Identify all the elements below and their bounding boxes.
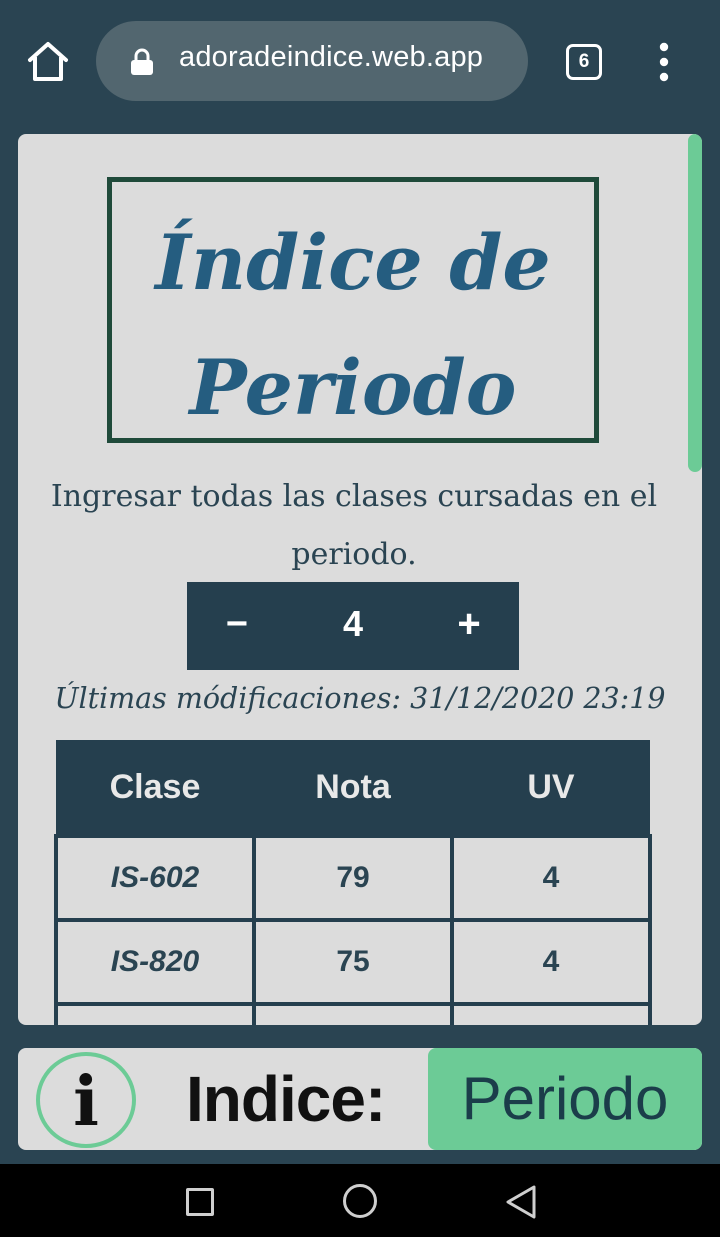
content-card: Índice de Periodo Ingresar todas las cla… xyxy=(18,134,702,1025)
home-icon[interactable] xyxy=(24,38,72,86)
column-header-clase: Clase xyxy=(56,740,254,836)
recents-icon[interactable] xyxy=(186,1188,214,1216)
address-bar[interactable]: adoradeindice.web.app xyxy=(96,21,528,101)
title-box: Índice de Periodo xyxy=(107,177,599,443)
page-title: Índice de Periodo xyxy=(155,218,551,432)
table-row: IS-820 75 4 xyxy=(54,918,652,1006)
table-row: IS-602 79 4 xyxy=(54,834,652,922)
info-button[interactable]: i xyxy=(36,1052,136,1148)
scrollbar-thumb[interactable] xyxy=(688,134,702,472)
indice-label: Indice: xyxy=(186,1063,386,1135)
lock-icon xyxy=(130,48,154,76)
clase-cell[interactable]: IS-602 xyxy=(54,834,256,922)
class-count-value: 4 xyxy=(342,603,364,644)
clase-cell[interactable]: IS-820 xyxy=(54,918,256,1006)
last-modified-text: Últimas módificaciones: 31/12/2020 23:19 xyxy=(54,682,666,715)
table-header-row: Clase Nota UV xyxy=(56,740,650,836)
uv-cell[interactable]: 4 xyxy=(450,918,652,1006)
url-text: adoradeindice.web.app xyxy=(179,41,484,73)
instructions-text: Ingresar todas las clases cursadas en el… xyxy=(50,479,658,572)
browser-toolbar: adoradeindice.web.app 6 xyxy=(0,0,720,122)
uv-cell[interactable] xyxy=(450,1002,652,1025)
nota-cell[interactable]: 75 xyxy=(252,918,454,1006)
column-header-nota: Nota xyxy=(254,740,452,836)
nota-cell[interactable]: 79 xyxy=(252,834,454,922)
increment-button[interactable]: + xyxy=(439,582,499,670)
system-nav-bar xyxy=(0,1164,720,1237)
tabs-button[interactable]: 6 xyxy=(566,44,602,80)
uv-cell[interactable]: 4 xyxy=(450,834,652,922)
table-row xyxy=(54,1002,652,1025)
grades-table: Clase Nota UV IS-602 79 4 IS-820 75 4 xyxy=(54,740,652,1025)
bottom-bar: i Indice: Periodo xyxy=(18,1048,702,1150)
decrement-button[interactable]: − xyxy=(207,582,267,670)
class-count-stepper: − 4 + xyxy=(187,582,519,670)
column-header-uv: UV xyxy=(452,740,650,836)
home-circle-icon[interactable] xyxy=(343,1184,377,1218)
nota-cell[interactable] xyxy=(252,1002,454,1025)
back-triangle-icon[interactable] xyxy=(504,1184,538,1220)
periodo-button[interactable]: Periodo xyxy=(428,1048,702,1150)
clase-cell[interactable] xyxy=(54,1002,256,1025)
info-icon: i xyxy=(73,1062,99,1142)
more-vertical-icon[interactable] xyxy=(652,42,676,82)
